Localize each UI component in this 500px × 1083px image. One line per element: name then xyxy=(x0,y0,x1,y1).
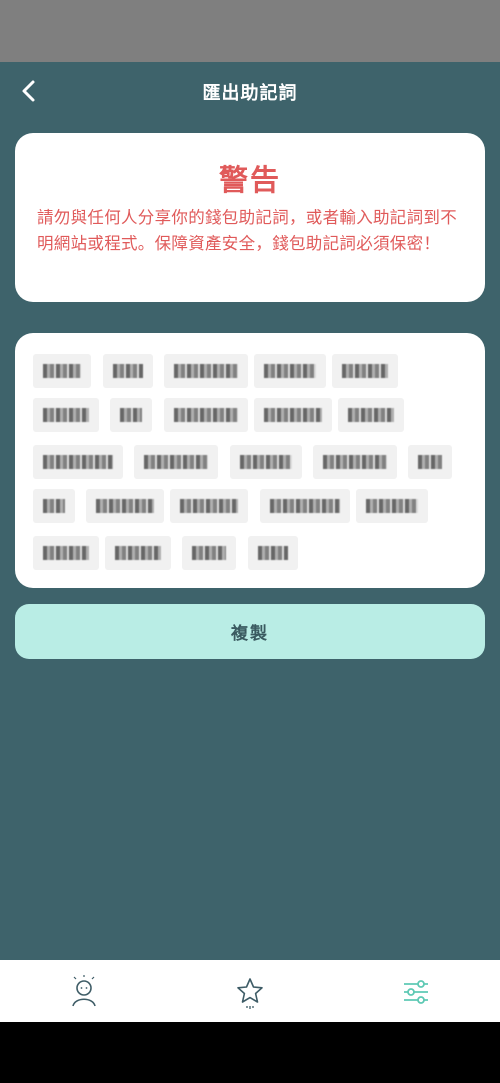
mnemonic-card xyxy=(15,333,485,588)
mnemonic-word xyxy=(408,445,452,479)
mnemonic-word xyxy=(182,536,236,570)
system-navigation-bar xyxy=(0,1022,500,1083)
mnemonic-word xyxy=(332,354,398,388)
mnemonic-word xyxy=(230,445,302,479)
copy-button[interactable]: 複製 xyxy=(15,604,485,659)
mnemonic-word xyxy=(33,398,99,432)
mnemonic-word xyxy=(254,398,332,432)
mnemonic-word xyxy=(164,398,248,432)
mnemonic-word xyxy=(260,489,350,523)
mnemonic-word xyxy=(164,354,248,388)
mnemonic-word xyxy=(254,354,326,388)
warning-message: 請勿與任何人分享你的錢包助記詞，或者輸入助記詞到不明網站或程式。保障資產安全，錢… xyxy=(37,208,457,253)
mnemonic-word xyxy=(356,489,428,523)
mnemonic-word xyxy=(338,398,404,432)
mnemonic-word xyxy=(33,354,91,388)
mnemonic-word xyxy=(33,489,75,523)
mnemonic-word xyxy=(86,489,164,523)
page-title: 匯出助記詞 xyxy=(202,83,298,104)
warning-title: 警告 xyxy=(218,163,281,197)
mnemonic-word xyxy=(170,489,248,523)
warning-card: 警告 請勿與任何人分享你的錢包助記詞，或者輸入助記詞到不明網站或程式。保障資產安… xyxy=(15,133,485,302)
mnemonic-word xyxy=(110,398,152,432)
status-bar xyxy=(0,0,500,62)
tab-settings[interactable] xyxy=(396,972,436,1012)
tab-favorites[interactable] xyxy=(230,972,270,1012)
mnemonic-word xyxy=(105,536,171,570)
star-icon xyxy=(237,978,263,1009)
bottom-tab-bar xyxy=(0,960,500,1022)
mnemonic-word xyxy=(33,445,123,479)
mnemonic-word xyxy=(313,445,397,479)
settings-sliders-icon xyxy=(404,980,428,1004)
mnemonic-word xyxy=(33,536,99,570)
mnemonic-word xyxy=(103,354,153,388)
header: 匯出助記詞 xyxy=(0,62,500,120)
tab-account[interactable] xyxy=(64,972,104,1012)
mnemonic-word xyxy=(248,536,298,570)
user-icon xyxy=(72,975,96,1007)
mnemonic-word xyxy=(134,445,218,479)
